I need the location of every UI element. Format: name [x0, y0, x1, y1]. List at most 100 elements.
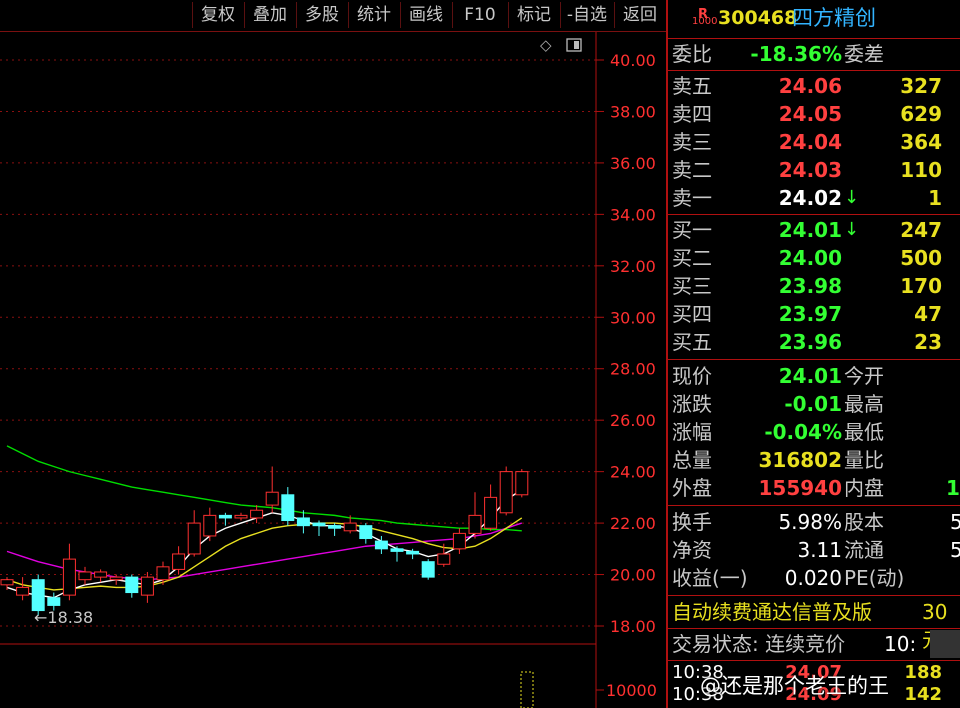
- quote-value: 24.01: [778, 364, 842, 388]
- multi-stock-button[interactable]: 多股: [296, 2, 347, 28]
- fundamental-row: 换手 5.98% 股本 5: [668, 508, 960, 536]
- price-tick-label: 36.00: [610, 154, 656, 173]
- statistics-button[interactable]: 统计: [348, 2, 399, 28]
- bid-row[interactable]: 买五 23.96 23: [668, 328, 960, 356]
- fundamental-label: 收益(一): [672, 566, 748, 590]
- promo-text[interactable]: 自动续费通达信普及版: [672, 598, 872, 626]
- ask-row[interactable]: 卖一 24.02 ↓ 1: [668, 184, 960, 212]
- diff-label: 委差: [844, 42, 884, 66]
- candle-body[interactable]: [515, 471, 529, 496]
- stock-name: 四方精创: [792, 6, 876, 30]
- price-tick-label: 24.00: [610, 463, 656, 482]
- quote-label: 涨幅: [672, 420, 712, 444]
- candle-body[interactable]: [47, 597, 61, 606]
- quote-label-2: 量比: [844, 448, 884, 472]
- bid-label: 买四: [672, 302, 712, 326]
- candle-body[interactable]: [281, 494, 295, 522]
- candle-body[interactable]: [499, 471, 513, 514]
- candle-body[interactable]: [265, 491, 279, 506]
- quote-row: 外盘 155940 内盘 1(: [668, 474, 960, 502]
- restore-rights-button[interactable]: 复权: [192, 2, 243, 28]
- bid-price: 24.00: [778, 246, 842, 270]
- ask-price: 24.05: [778, 102, 842, 126]
- ask-price: 24.04: [778, 130, 842, 154]
- candle-body[interactable]: [0, 579, 14, 586]
- candle-body[interactable]: [78, 571, 92, 581]
- candle-body[interactable]: [374, 540, 388, 550]
- candle-body[interactable]: [172, 553, 186, 570]
- candle-body[interactable]: [140, 576, 154, 596]
- candle-body[interactable]: [109, 576, 123, 581]
- fundamental-row: 净资 3.11 流通 5: [668, 536, 960, 564]
- ask-label: 卖五: [672, 74, 712, 98]
- bid-label: 买一: [672, 218, 712, 242]
- ask-row[interactable]: 卖五 24.06 327: [668, 72, 960, 100]
- candle-body[interactable]: [328, 525, 342, 529]
- candle-body[interactable]: [390, 548, 404, 552]
- fundamental-label-2: PE(动): [844, 566, 905, 590]
- candle-body[interactable]: [468, 514, 482, 534]
- bid-row[interactable]: 买二 24.00 500: [668, 244, 960, 272]
- candle-body[interactable]: [31, 579, 45, 612]
- stock-badge-sub: 1000: [692, 16, 718, 27]
- candle-body[interactable]: [312, 522, 326, 527]
- moving-average-line: [6, 489, 523, 599]
- diamond-icon[interactable]: ◇: [540, 36, 552, 54]
- ask-volume: 110: [900, 158, 942, 182]
- bid-row[interactable]: 买一 24.01 ↓ 247: [668, 216, 960, 244]
- kline-chart[interactable]: 40.00 38.00 36.00 34.00 32.00 30.00 28.00 26.00…: [0, 32, 666, 708]
- ratio-label: 委比: [672, 42, 712, 66]
- price-tick-label: 28.00: [610, 360, 656, 379]
- candle-body[interactable]: [156, 566, 170, 581]
- order-ratio-row: 委比 -18.36% 委差: [668, 40, 960, 68]
- ask-row[interactable]: 卖二 24.03 110: [668, 156, 960, 184]
- price-tick-label: 20.00: [610, 566, 656, 585]
- candle-body[interactable]: [296, 517, 310, 527]
- ask-label: 卖四: [672, 102, 712, 126]
- candle-body[interactable]: [343, 522, 357, 532]
- volume-axis-label: 10000: [606, 681, 657, 700]
- candle-body[interactable]: [359, 525, 373, 540]
- candle-body[interactable]: [234, 514, 248, 519]
- candle-body[interactable]: [437, 553, 451, 565]
- quote-value: 155940: [758, 476, 843, 500]
- fundamental-extra: 5: [950, 538, 960, 562]
- draw-line-button[interactable]: 画线: [400, 2, 451, 28]
- mark-button[interactable]: 标记: [508, 2, 559, 28]
- tick-volume: 142: [904, 684, 942, 705]
- candle-body[interactable]: [218, 514, 232, 519]
- bid-row[interactable]: 买四 23.97 47: [668, 300, 960, 328]
- candle-body[interactable]: [203, 514, 217, 537]
- f10-button[interactable]: F10: [452, 2, 507, 28]
- panel-toggle-icon-fill: [574, 41, 579, 49]
- promo-banner[interactable]: 自动续费通达信普及版 30元: [668, 598, 960, 652]
- ask-label: 卖二: [672, 158, 712, 182]
- back-button[interactable]: 返回: [614, 2, 665, 28]
- candle-body[interactable]: [452, 532, 466, 550]
- candle-body[interactable]: [16, 586, 30, 596]
- divider: [668, 359, 960, 360]
- candle-body[interactable]: [125, 576, 139, 594]
- candle-body[interactable]: [484, 496, 498, 529]
- candle-body[interactable]: [94, 571, 108, 578]
- quote-value: -0.04%: [764, 420, 842, 444]
- ask-row[interactable]: 卖三 24.04 364: [668, 128, 960, 156]
- overlay-button[interactable]: 叠加: [244, 2, 295, 28]
- candle-body[interactable]: [187, 522, 201, 555]
- candle-body[interactable]: [250, 509, 264, 519]
- quote-value: 316802: [758, 448, 843, 472]
- weibo-watermark: @还是那个老王的王: [700, 674, 889, 698]
- ask-row[interactable]: 卖四 24.05 629: [668, 100, 960, 128]
- candle-body[interactable]: [421, 561, 435, 578]
- stock-header: R 1000 300468 四方精创: [668, 4, 960, 34]
- volume-bar: [520, 671, 534, 708]
- candle-body[interactable]: [406, 550, 420, 555]
- watchlist-button[interactable]: -自选: [560, 2, 613, 28]
- divider: [668, 660, 960, 661]
- bid-row[interactable]: 买三 23.98 170: [668, 272, 960, 300]
- kline-svg[interactable]: 40.00 38.00 36.00 34.00 32.00 30.00 28.00 26.00…: [0, 32, 666, 708]
- price-tick-label: 30.00: [610, 308, 656, 327]
- tick-volume: 188: [904, 662, 942, 683]
- divider: [668, 595, 960, 596]
- candle-body[interactable]: [62, 558, 76, 596]
